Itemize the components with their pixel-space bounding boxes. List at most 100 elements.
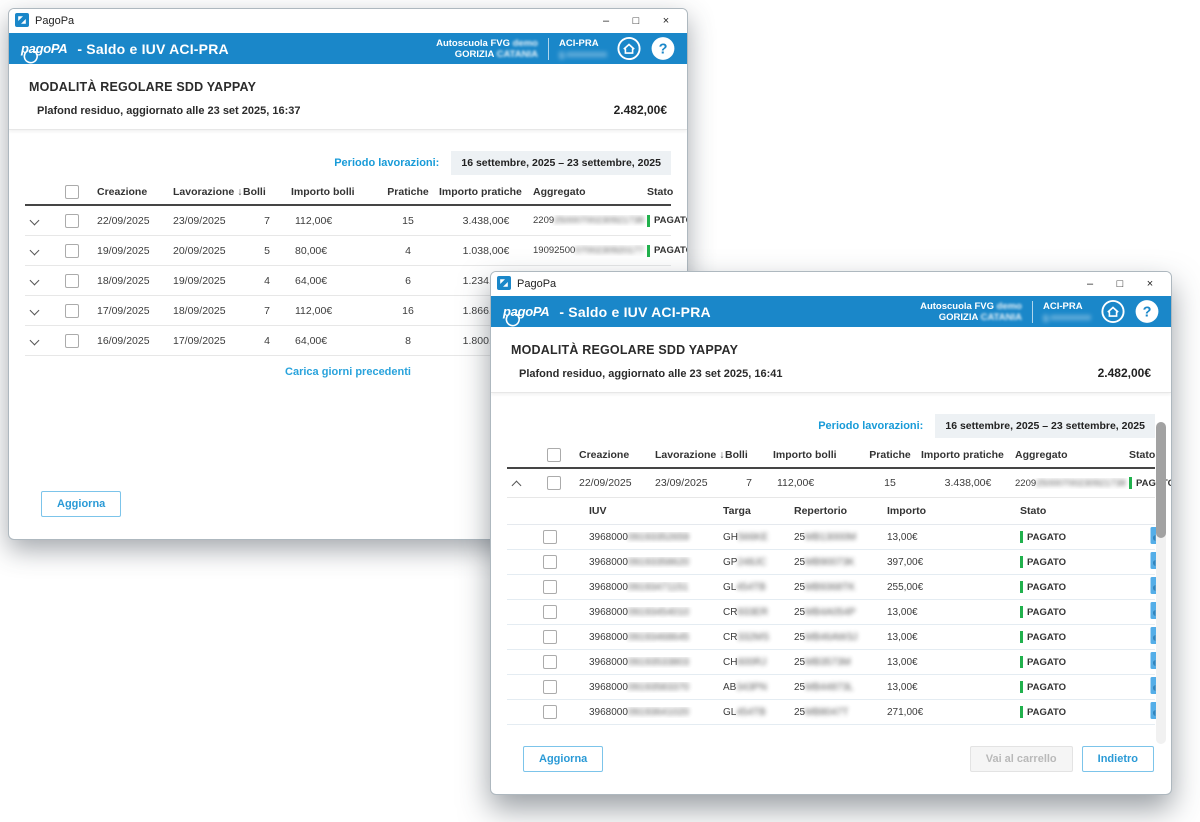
maximize-button[interactable]: □ [1105, 273, 1135, 295]
col-importo-pratiche: Importo pratiche [439, 186, 533, 198]
select-all-checkbox[interactable] [65, 185, 79, 199]
window-saldo-iuv-front: PagoPa – □ × pagoPA - Saldo e IUV ACI-PR… [490, 271, 1172, 795]
iuv-row: 396800009193471151 GL454TB 25MB9368TK 25… [507, 575, 1155, 600]
col-creazione: Creazione [97, 186, 173, 198]
iuv-checkbox[interactable] [543, 630, 557, 644]
table-header: Creazione Lavorazione ↓ Bolli Importo bo… [507, 443, 1155, 469]
expanded-table-row: 22/09/2025 23/09/2025 7 112,00€ 15 3.438… [507, 469, 1155, 498]
app-icon [15, 13, 29, 30]
iuv-checkbox[interactable] [543, 680, 557, 694]
col-stato: Stato [1020, 505, 1150, 517]
plafond-card: MODALITÀ REGOLARE SDD YAPPAY Plafond res… [9, 64, 687, 130]
table-header: Creazione Lavorazione ↓ Bolli Importo bo… [25, 180, 671, 206]
redacted-targa: 343PN [736, 682, 767, 693]
row-checkbox[interactable] [65, 244, 79, 258]
status-badge: PAGATO [1020, 581, 1150, 593]
window-title: PagoPa [35, 15, 74, 27]
redacted-repertorio: MB13000M [805, 532, 856, 543]
aggiorna-button[interactable]: Aggiorna [41, 491, 121, 517]
titlebar[interactable]: PagoPa – □ × [9, 9, 687, 33]
row-checkbox[interactable] [547, 476, 561, 490]
col-creazione: Creazione [579, 449, 655, 461]
iuv-checkbox[interactable] [543, 580, 557, 594]
svg-text:?: ? [659, 42, 668, 58]
plafond-title: MODALITÀ REGOLARE SDD YAPPAY [29, 80, 667, 94]
iuv-row: 396800009193358620 GP248JC 25MB90073K 39… [507, 550, 1155, 575]
logo-swoosh-icon [505, 314, 525, 327]
col-pratiche: Pratiche [377, 186, 439, 198]
close-button[interactable]: × [651, 10, 681, 32]
logo-swoosh-icon [23, 51, 43, 64]
redacted-iuv: 09193352659 [628, 532, 689, 543]
expand-chevron-icon[interactable] [30, 276, 40, 286]
collapse-chevron-icon[interactable] [512, 480, 522, 490]
row-checkbox[interactable] [65, 274, 79, 288]
aggiorna-button[interactable]: Aggiorna [523, 746, 603, 772]
redacted-user: g.xxxxxxxxx [1043, 312, 1091, 323]
redacted-targa: 332MS [737, 632, 769, 643]
close-button[interactable]: × [1135, 273, 1165, 295]
redacted-targa: 600RJ [737, 657, 766, 668]
col-iuv: IUV [589, 505, 723, 517]
redacted-iuv: 09193358620 [628, 557, 689, 568]
iuv-checkbox[interactable] [543, 705, 557, 719]
titlebar[interactable]: PagoPa – □ × [491, 272, 1171, 296]
status-badge: PAGATO [1020, 706, 1150, 718]
row-checkbox[interactable] [65, 334, 79, 348]
col-importo-pratiche: Importo pratiche [921, 449, 1015, 461]
redacted-text: CATANIA [494, 49, 538, 60]
plafond-subtitle: Plafond residuo, aggiornato alle 23 set … [29, 105, 300, 117]
row-checkbox[interactable] [65, 214, 79, 228]
table-row: 19/09/2025 20/09/2025 5 80,00€ 4 1.038,0… [25, 236, 671, 266]
desktop: PagoPa – □ × pagoPA - Saldo e IUV ACI-PR… [0, 0, 1200, 822]
expand-chevron-icon[interactable] [30, 336, 40, 346]
redacted-user: g.xxxxxxxxx [559, 49, 607, 60]
app-icon [497, 276, 511, 293]
row-checkbox[interactable] [65, 304, 79, 318]
page-title: - Saldo e IUV ACI-PRA [559, 304, 710, 320]
iuv-checkbox[interactable] [543, 530, 557, 544]
home-icon[interactable] [1101, 300, 1125, 324]
expand-chevron-icon[interactable] [30, 216, 40, 226]
window-title: PagoPa [517, 278, 556, 290]
periodo-range-picker[interactable]: 16 settembre, 2025 – 23 settembre, 2025 [935, 414, 1155, 438]
redacted-repertorio: MB3573M [805, 657, 851, 668]
indietro-button[interactable]: Indietro [1082, 746, 1154, 772]
status-badge: PAGATO [1020, 631, 1150, 643]
col-lavorazione[interactable]: Lavorazione ↓ [173, 186, 243, 198]
redacted-iuv: 09193454010 [628, 607, 689, 618]
iuv-row: 396800009193454010 CR933ER 25MB4A054P 13… [507, 600, 1155, 625]
expand-chevron-icon[interactable] [30, 246, 40, 256]
col-stato: Stato [647, 186, 673, 198]
plafond-amount: 2.482,00€ [614, 103, 667, 117]
redacted-text: demo [510, 38, 538, 49]
help-icon[interactable]: ? [651, 37, 675, 61]
expand-chevron-icon[interactable] [30, 306, 40, 316]
col-importo-bolli: Importo bolli [773, 449, 859, 461]
iuv-checkbox[interactable] [543, 555, 557, 569]
redacted-text: CATANIA [978, 312, 1022, 323]
vai-al-carrello-button[interactable]: Vai al carrello [970, 746, 1073, 772]
status-badge: PAGATO [647, 245, 688, 257]
col-lavorazione[interactable]: Lavorazione ↓ [655, 449, 725, 461]
iuv-checkbox[interactable] [543, 655, 557, 669]
table-area: Periodo lavorazioni: 16 settembre, 2025 … [491, 393, 1171, 794]
redacted-targa: 933ER [737, 607, 768, 618]
redacted-text: demo [994, 301, 1022, 312]
home-icon[interactable] [617, 37, 641, 61]
iuv-checkbox[interactable] [543, 605, 557, 619]
periodo-range-picker[interactable]: 16 settembre, 2025 – 23 settembre, 2025 [451, 151, 671, 175]
iuv-row: 396800009193352659 GH566KE 25MB13000M 13… [507, 525, 1155, 550]
minimize-button[interactable]: – [591, 10, 621, 32]
iuv-row: 396800009193583370 AB343PN 25MB44873L 13… [507, 675, 1155, 700]
plafond-card: MODALITÀ REGOLARE SDD YAPPAY Plafond res… [491, 327, 1171, 393]
maximize-button[interactable]: □ [621, 10, 651, 32]
redacted-aggregato: 0700230920177 [575, 245, 644, 256]
minimize-button[interactable]: – [1075, 273, 1105, 295]
scrollbar-thumb[interactable] [1156, 422, 1166, 538]
help-icon[interactable]: ? [1135, 300, 1159, 324]
select-all-checkbox[interactable] [547, 448, 561, 462]
vertical-scrollbar[interactable] [1156, 422, 1166, 744]
col-importo: Importo [887, 505, 1020, 517]
redacted-aggregato: 25000700230921738 [554, 215, 644, 226]
